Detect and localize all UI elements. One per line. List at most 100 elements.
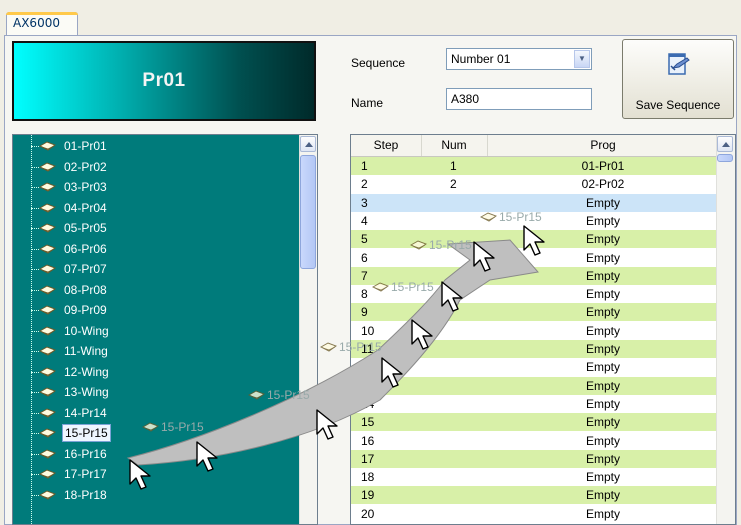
table-row[interactable]: 15 Empty [351,413,719,432]
table-row[interactable]: 1 1 01-Pr01 [351,157,719,175]
program-book-icon [39,182,56,192]
cell-num: 1 [450,159,457,173]
drag-ghost-label: 15-Pr15 [391,280,434,294]
tab-ax6000[interactable]: AX6000 [6,12,78,36]
cell-prog: Empty [585,287,620,302]
tree-scrollbar[interactable] [299,135,317,524]
table-row[interactable]: 9 Empty [351,303,719,322]
cell-prog: Empty [585,378,620,393]
scroll-up-icon[interactable] [300,136,316,152]
tree-item-label: 12-Wing [64,364,109,379]
cell-prog: Empty [585,451,620,466]
table-row[interactable]: 19 Empty [351,486,719,505]
cell-step: 12 [361,360,375,375]
program-book-icon [39,305,56,315]
tree-item[interactable]: 03-Pr03 [31,178,109,196]
arrow-cursor-icon [316,409,338,440]
cell-step: 2 [361,177,368,192]
drag-ghost: 15-Pr15 [248,388,310,402]
tree-item[interactable]: 07-Pr07 [31,260,109,278]
tree-item[interactable]: 09-Pr09 [31,301,109,319]
chevron-down-icon[interactable]: ▼ [574,50,590,68]
cell-prog: Empty [585,195,620,210]
tree-connector [31,166,39,168]
tree-item[interactable]: 02-Pr02 [31,158,109,176]
tree-item[interactable]: 11-Wing [31,342,110,360]
program-book-icon [39,387,56,397]
column-header-prog[interactable]: Prog [487,135,720,156]
cell-step: 9 [361,305,368,320]
tree-item[interactable]: 08-Pr08 [31,281,109,299]
table-row[interactable]: 18 Empty [351,468,719,486]
program-tree[interactable]: 01-Pr01 02-Pr02 03-Pr03 04-Pr04 05-Pr05 06-Pr… [12,134,318,525]
tree-item[interactable]: 01-Pr01 [31,137,109,155]
sequence-select[interactable]: Number 01 ▼ [446,48,592,70]
cell-prog: Empty [585,396,620,411]
cell-step: 7 [361,268,368,283]
column-header-step[interactable]: Step [351,135,422,156]
table-row[interactable]: 16 Empty [351,432,719,450]
program-book-icon [39,264,56,274]
tree-item-label: 09-Pr09 [64,303,107,317]
scroll-thumb[interactable] [300,155,316,269]
tree-item[interactable]: 12-Wing [31,363,111,381]
cell-prog: Empty [585,488,620,503]
cell-prog: Empty [585,342,620,356]
table-row[interactable]: 17 Empty [351,449,719,468]
tree-item[interactable]: 10-Wing [31,322,111,340]
tree-item-label: 14-Pr14 [64,405,107,420]
program-book-icon [39,223,56,233]
table-row[interactable]: 3 Empty [351,193,719,212]
table-row[interactable]: 20 Empty [351,505,719,523]
grid-scrollbar[interactable] [716,135,735,524]
cell-prog: Empty [585,415,620,430]
cell-prog: Empty [585,506,620,521]
cell-step: 4 [361,213,368,228]
tree-connector [31,494,39,496]
save-sequence-button[interactable]: Save Sequence [622,39,734,119]
scroll-thumb[interactable] [717,154,733,162]
program-book-icon [248,390,265,400]
scroll-up-icon[interactable] [717,136,733,152]
cell-step: 15 [361,415,375,430]
program-book-icon [39,243,56,254]
program-book-icon [39,469,56,479]
program-book-icon [39,448,56,459]
cell-step: 6 [361,250,368,265]
sequence-grid[interactable]: Step Num Prog 1 1 01-Pr01 2 2 02-Pr02 3 Empty 4 E… [350,134,736,525]
cell-step: 18 [361,470,375,485]
tree-connector [31,392,39,393]
tree-connector [31,269,39,270]
tree-item[interactable]: 04-Pr04 [31,199,109,217]
tree-item[interactable]: 17-Pr17 [31,465,109,483]
tree-item[interactable]: 18-Pr18 [31,486,109,504]
drag-ghost-label: 15-Pr15 [267,388,310,402]
table-row[interactable]: 2 2 02-Pr02 [351,175,719,193]
program-book-icon [39,284,56,295]
table-row[interactable]: 10 Empty [351,322,719,340]
cell-prog: Empty [585,305,620,320]
tree-item[interactable]: 15-Pr15 [31,424,111,442]
tree-item[interactable]: 14-Pr14 [31,404,109,422]
cell-prog: Empty [585,360,620,375]
tree-item[interactable]: 13-Wing [31,383,111,401]
tree-connector [31,351,39,352]
drag-ghost-label: 15-Pr15 [339,340,382,354]
arrow-cursor-icon [196,441,218,472]
tree-item[interactable]: 06-Pr06 [31,240,109,258]
tree-item[interactable]: 05-Pr05 [31,219,109,237]
column-header-num[interactable]: Num [421,135,488,156]
tree-item[interactable]: 16-Pr16 [31,445,109,463]
program-book-icon [372,282,389,292]
tree-connector [31,146,39,147]
name-field[interactable]: A380 [446,88,592,110]
tree-connector [31,433,39,434]
tree-connector [31,371,39,373]
tree-item-label: 06-Pr06 [64,241,107,256]
cell-prog: Empty [585,433,620,448]
cell-step: 10 [361,323,375,338]
table-row[interactable]: 14 Empty [351,395,719,413]
drag-ghost-label: 15-Pr15 [429,238,472,252]
drag-ghost: 15-Pr15 [410,238,472,252]
drag-ghost: 15-Pr15 [480,210,542,224]
